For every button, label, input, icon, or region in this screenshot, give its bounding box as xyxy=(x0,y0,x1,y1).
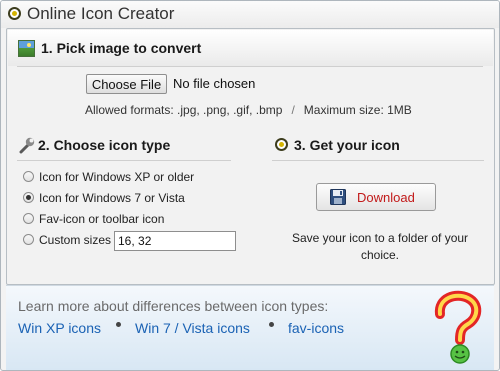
window-title: Online Icon Creator xyxy=(27,4,175,23)
link-separator-bullet xyxy=(116,322,121,327)
step1-header: 1. Pick image to convert xyxy=(8,30,493,66)
radio-button-checked[interactable] xyxy=(23,192,34,203)
download-button[interactable]: Download xyxy=(316,183,436,211)
requirements-separator: / xyxy=(291,103,295,117)
file-requirements: Allowed formats: .jpg, .png, .gif, .bmp /… xyxy=(85,103,412,117)
choose-file-button[interactable]: Choose File xyxy=(86,74,167,94)
max-size-text: Maximum size: 1MB xyxy=(303,103,412,117)
step1-divider xyxy=(17,66,483,67)
save-instructions: Save your icon to a folder of your choic… xyxy=(291,231,469,262)
custom-sizes-input[interactable] xyxy=(114,231,236,251)
step2-divider xyxy=(17,160,231,161)
title-bar: Online Icon Creator xyxy=(1,1,499,28)
app-logo-icon xyxy=(8,7,21,20)
floppy-disk-icon xyxy=(330,189,346,205)
link-win7-vista-icons[interactable]: Win 7 / Vista icons xyxy=(135,320,250,336)
step2-heading: 2. Choose icon type xyxy=(38,137,171,153)
link-fav-icons[interactable]: fav-icons xyxy=(288,320,344,336)
no-file-chosen-text: No file chosen xyxy=(173,76,256,91)
link-win-xp-icons[interactable]: Win XP icons xyxy=(18,320,101,336)
option-label: Icon for Windows 7 or Vista xyxy=(39,191,185,205)
radio-button[interactable] xyxy=(23,213,34,224)
icon-creator-window: Online Icon Creator 1. Pick image to con… xyxy=(0,0,500,371)
wrench-icon xyxy=(19,137,35,154)
step3-heading: 3. Get your icon xyxy=(294,137,400,153)
radio-button[interactable] xyxy=(23,234,34,245)
download-label: Download xyxy=(357,190,415,205)
step1-heading: 1. Pick image to convert xyxy=(41,40,202,56)
step3-logo-icon xyxy=(275,138,288,151)
learn-more-text: Learn more about differences between ico… xyxy=(18,298,329,314)
footer-info: Learn more about differences between ico… xyxy=(6,285,494,370)
option-label: Custom sizes xyxy=(39,233,112,247)
allowed-formats-text: Allowed formats: .jpg, .png, .gif, .bmp xyxy=(85,103,283,117)
link-separator-bullet xyxy=(269,322,274,327)
step3-divider xyxy=(272,160,484,161)
question-mark-mascot-icon xyxy=(434,290,482,364)
radio-button[interactable] xyxy=(23,171,34,182)
option-label: Icon for Windows XP or older xyxy=(39,170,195,184)
option-label: Fav-icon or toolbar icon xyxy=(39,212,165,226)
image-icon xyxy=(18,40,35,57)
